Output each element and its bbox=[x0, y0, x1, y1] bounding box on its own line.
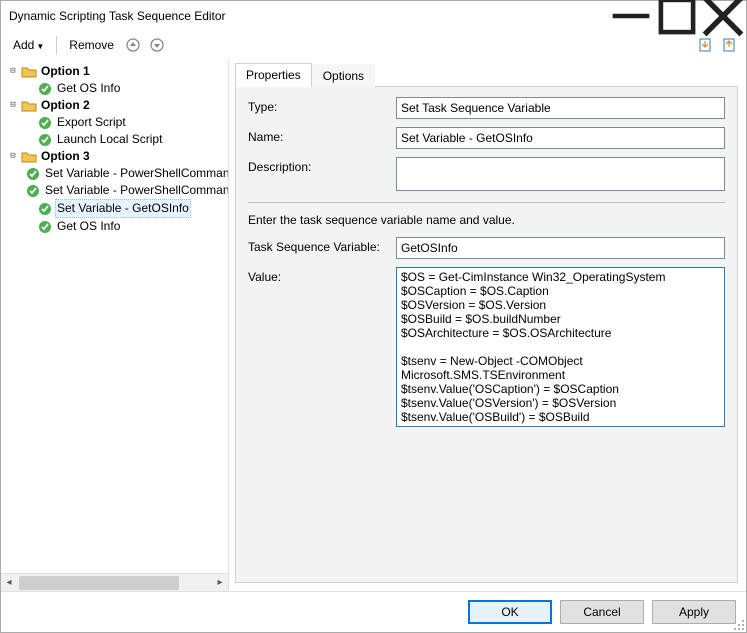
tree-group-option2[interactable]: ⊟ Option 2 bbox=[5, 97, 228, 114]
remove-button[interactable]: Remove bbox=[63, 36, 120, 54]
tree-item[interactable]: Export Script bbox=[21, 114, 228, 131]
tree-item-label: Set Variable - GetOSInfo bbox=[55, 199, 191, 218]
tree-item[interactable]: Set Variable - PowerShellCommand bbox=[21, 182, 228, 199]
tree-item-label: Set Variable - PowerShellCommand bbox=[43, 182, 228, 199]
divider bbox=[248, 202, 725, 203]
collapse-icon[interactable]: ⊟ bbox=[7, 151, 19, 163]
tab-bar: Properties Options bbox=[235, 63, 738, 87]
chevron-down-icon: ▼ bbox=[36, 42, 44, 51]
move-up-button[interactable] bbox=[122, 34, 144, 56]
tree-item-label: Get OS Info bbox=[55, 218, 122, 235]
resize-grip-icon[interactable] bbox=[731, 617, 745, 631]
export-button[interactable] bbox=[718, 34, 740, 56]
apply-button[interactable]: Apply bbox=[652, 600, 736, 624]
folder-icon bbox=[21, 149, 37, 165]
tree-item[interactable]: Set Variable - GetOSInfo bbox=[21, 199, 228, 218]
add-button[interactable]: Add▼ bbox=[7, 36, 50, 54]
tree-item-label: Export Script bbox=[55, 114, 128, 131]
content-area: ⊟ Option 1 Get OS Info ⊟ bbox=[1, 59, 746, 591]
check-icon bbox=[37, 81, 53, 97]
check-icon bbox=[25, 183, 41, 199]
maximize-button[interactable] bbox=[654, 1, 700, 31]
tab-options[interactable]: Options bbox=[312, 64, 375, 87]
check-icon bbox=[37, 115, 53, 131]
title-bar: Dynamic Scripting Task Sequence Editor bbox=[1, 1, 746, 31]
scroll-thumb[interactable] bbox=[19, 576, 179, 590]
tree-group-label: Option 3 bbox=[39, 148, 92, 165]
move-down-button[interactable] bbox=[146, 34, 168, 56]
minimize-button[interactable] bbox=[608, 1, 654, 31]
window-title: Dynamic Scripting Task Sequence Editor bbox=[9, 9, 226, 23]
type-label: Type: bbox=[248, 97, 388, 114]
tree-item[interactable]: Launch Local Script bbox=[21, 131, 228, 148]
tree-item[interactable]: Get OS Info bbox=[21, 80, 228, 97]
value-field[interactable] bbox=[396, 267, 725, 427]
type-field bbox=[396, 97, 725, 119]
tree-group-option3[interactable]: ⊟ Option 3 bbox=[5, 148, 228, 165]
check-icon bbox=[37, 201, 53, 217]
tree-group-label: Option 1 bbox=[39, 63, 92, 80]
tree-view[interactable]: ⊟ Option 1 Get OS Info ⊟ bbox=[1, 59, 228, 573]
dialog-buttons: OK Cancel Apply bbox=[1, 591, 746, 632]
tsvar-label: Task Sequence Variable: bbox=[248, 237, 388, 254]
description-field[interactable] bbox=[396, 157, 725, 191]
check-icon bbox=[37, 219, 53, 235]
toolbar: Add▼ Remove bbox=[1, 31, 746, 59]
scroll-left-icon[interactable]: ◂ bbox=[1, 577, 17, 588]
folder-icon bbox=[21, 98, 37, 114]
collapse-icon[interactable]: ⊟ bbox=[7, 100, 19, 112]
description-label: Description: bbox=[248, 157, 388, 174]
details-pane: Properties Options Type: Name: Descripti… bbox=[229, 59, 746, 591]
window-controls bbox=[608, 1, 746, 31]
tree-group-option1[interactable]: ⊟ Option 1 bbox=[5, 63, 228, 80]
tree-item[interactable]: Set Variable - PowerShellCommand bbox=[21, 165, 228, 182]
tree-item-label: Get OS Info bbox=[55, 80, 122, 97]
ok-button[interactable]: OK bbox=[468, 600, 552, 624]
name-label: Name: bbox=[248, 127, 388, 144]
properties-panel: Type: Name: Description: Enter the task … bbox=[235, 87, 738, 583]
tsvar-field[interactable] bbox=[396, 237, 725, 259]
value-label: Value: bbox=[248, 267, 388, 284]
separator bbox=[56, 36, 57, 54]
tree-pane: ⊟ Option 1 Get OS Info ⊟ bbox=[1, 59, 229, 591]
tab-properties[interactable]: Properties bbox=[235, 63, 312, 87]
import-button[interactable] bbox=[694, 34, 716, 56]
folder-icon bbox=[21, 64, 37, 80]
name-field[interactable] bbox=[396, 127, 725, 149]
horizontal-scrollbar[interactable]: ◂ ▸ bbox=[1, 573, 228, 591]
tree-item-label: Set Variable - PowerShellCommand bbox=[43, 165, 228, 182]
hint-text: Enter the task sequence variable name an… bbox=[248, 213, 725, 227]
scroll-right-icon[interactable]: ▸ bbox=[212, 577, 228, 588]
cancel-button[interactable]: Cancel bbox=[560, 600, 644, 624]
collapse-icon[interactable]: ⊟ bbox=[7, 66, 19, 78]
check-icon bbox=[25, 166, 41, 182]
tree-group-label: Option 2 bbox=[39, 97, 92, 114]
tree-item[interactable]: Get OS Info bbox=[21, 218, 228, 235]
check-icon bbox=[37, 132, 53, 148]
tree-item-label: Launch Local Script bbox=[55, 131, 164, 148]
close-button[interactable] bbox=[700, 1, 746, 31]
